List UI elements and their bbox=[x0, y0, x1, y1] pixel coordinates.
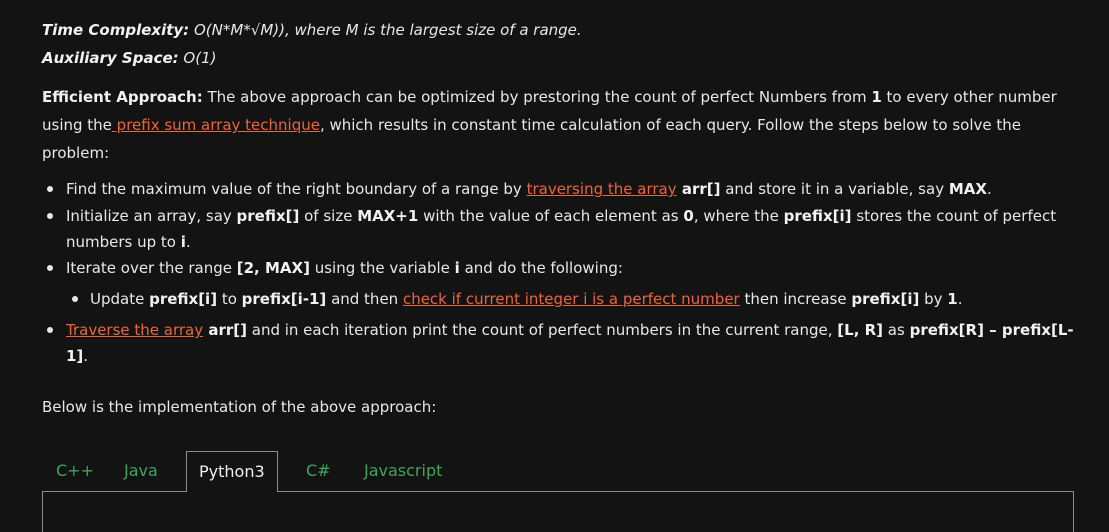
step-code: prefix[] bbox=[236, 207, 300, 225]
time-complexity: Time Complexity: O(N*M*√M)), where M is … bbox=[42, 20, 582, 40]
bullet bbox=[72, 296, 78, 302]
step-text: as bbox=[883, 321, 910, 339]
tab-javascript[interactable]: Javascript bbox=[364, 451, 442, 491]
step-text: and in each iteration print the count of… bbox=[246, 321, 838, 339]
approach-line-1: Efficient Approach: The above approach c… bbox=[42, 87, 1057, 107]
tab-csharp[interactable]: C# bbox=[306, 451, 331, 491]
step-text: using the variable bbox=[309, 259, 455, 277]
step-text: and store it in a variable, say bbox=[720, 180, 949, 198]
approach-number: 1 bbox=[871, 88, 882, 106]
approach-line-2: using the prefix sum array technique, wh… bbox=[42, 115, 1021, 135]
step-text: numbers up to bbox=[66, 233, 181, 251]
prefix-sum-link[interactable]: prefix sum array technique bbox=[112, 116, 320, 134]
step-code: [L, R] bbox=[837, 321, 884, 339]
step-1: Find the maximum value of the right boun… bbox=[66, 179, 992, 199]
step-text: stores the count of perfect bbox=[851, 207, 1057, 225]
step-text: , where the bbox=[693, 207, 784, 225]
step-code: arr[] bbox=[203, 321, 247, 339]
step-text: . bbox=[83, 347, 89, 365]
step-text: of size bbox=[299, 207, 358, 225]
step-text: and do the following: bbox=[459, 259, 623, 277]
step-4: Traverse the array arr[] and in each ite… bbox=[66, 320, 1074, 340]
time-complexity-value: O(N*M*√M)), where M is the largest size … bbox=[189, 21, 582, 39]
traverse-array-link[interactable]: Traverse the array bbox=[66, 321, 203, 339]
traversing-array-link[interactable]: traversing the array bbox=[527, 180, 677, 198]
approach-line-3: problem: bbox=[42, 143, 109, 163]
approach-text: The above approach can be optimized by p… bbox=[202, 88, 872, 106]
step-text: Find the maximum value of the right boun… bbox=[66, 180, 527, 198]
step-code: MAX+1 bbox=[357, 207, 419, 225]
step-text: then increase bbox=[739, 290, 852, 308]
auxiliary-space-value: O(1) bbox=[178, 49, 217, 67]
step-code: prefix[i] bbox=[851, 290, 920, 308]
tab-python3[interactable]: Python3 bbox=[186, 451, 278, 492]
step-text: Iterate over the range bbox=[66, 259, 237, 277]
step-code: 1] bbox=[66, 347, 84, 365]
approach-text: problem: bbox=[42, 144, 110, 162]
step-2: Initialize an array, say prefix[] of siz… bbox=[66, 206, 1056, 226]
article-content: Time Complexity: O(N*M*√M)), where M is … bbox=[0, 0, 1109, 532]
approach-text: using the bbox=[42, 116, 112, 134]
step-text: . bbox=[986, 180, 992, 198]
step-code: [2, MAX] bbox=[236, 259, 310, 277]
approach-text: to every other number bbox=[881, 88, 1057, 106]
step-text: Update bbox=[90, 290, 150, 308]
bullet bbox=[47, 213, 53, 219]
step-text: Initialize an array, say bbox=[66, 207, 237, 225]
bullet bbox=[47, 186, 53, 192]
language-tabs: C++ Java Python3 C# Javascript bbox=[42, 451, 1074, 493]
step-text: . bbox=[185, 233, 191, 251]
step-code: prefix[i] bbox=[783, 207, 852, 225]
step-code: 1 bbox=[947, 290, 958, 308]
step-code: MAX bbox=[948, 180, 987, 198]
implementation-text: Below is the implementation of the above… bbox=[42, 398, 437, 416]
bullet bbox=[47, 327, 53, 333]
step-text: to bbox=[217, 290, 242, 308]
step-code: 0 bbox=[683, 207, 694, 225]
step-3-sub: Update prefix[i] to prefix[i-1] and then… bbox=[90, 289, 963, 309]
step-text: by bbox=[919, 290, 948, 308]
step-text: with the value of each element as bbox=[418, 207, 684, 225]
code-panel bbox=[42, 491, 1074, 532]
step-text: and then bbox=[326, 290, 403, 308]
tab-cpp[interactable]: C++ bbox=[56, 451, 94, 491]
step-3: Iterate over the range [2, MAX] using th… bbox=[66, 258, 623, 278]
step-2-continued: numbers up to i. bbox=[66, 232, 191, 252]
auxiliary-space-label: Auxiliary Space: bbox=[42, 49, 179, 67]
approach-label: Efficient Approach: bbox=[42, 88, 203, 106]
time-complexity-label: Time Complexity: bbox=[42, 21, 190, 39]
step-code: arr[] bbox=[676, 180, 721, 198]
step-code: prefix[R] – prefix[L- bbox=[909, 321, 1074, 339]
step-code: prefix[i] bbox=[149, 290, 218, 308]
approach-text: , which results in constant time calcula… bbox=[319, 116, 1021, 134]
step-text: . bbox=[957, 290, 963, 308]
step-code: prefix[i-1] bbox=[241, 290, 327, 308]
step-4-continued: 1]. bbox=[66, 346, 88, 366]
tab-java[interactable]: Java bbox=[124, 451, 158, 491]
bullet bbox=[47, 265, 53, 271]
perfect-number-link[interactable]: check if current integer i is a perfect … bbox=[403, 290, 740, 308]
auxiliary-space: Auxiliary Space: O(1) bbox=[42, 48, 216, 68]
